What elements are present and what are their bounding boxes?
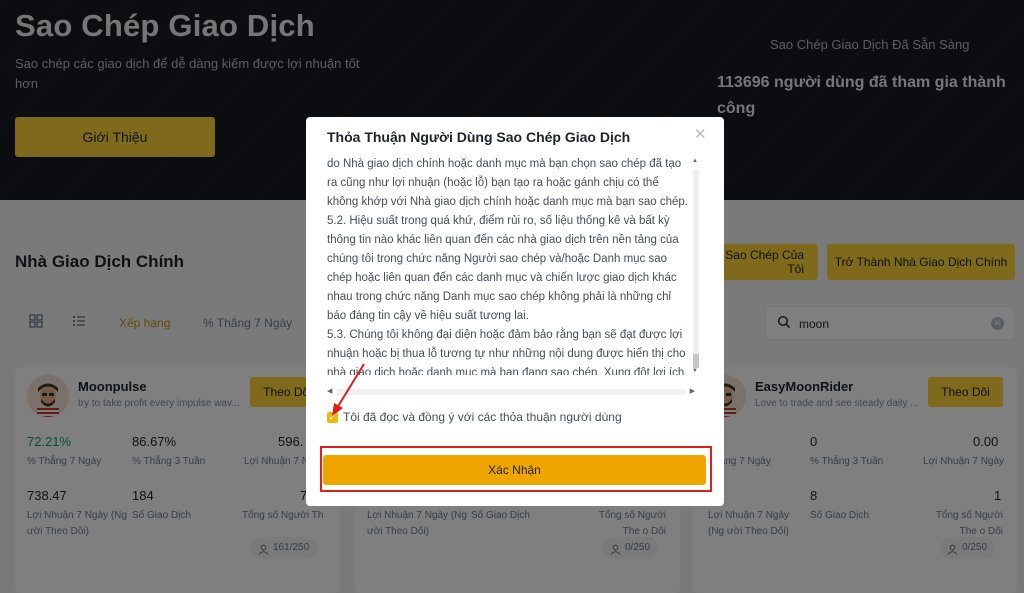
scroll-track[interactable] [693,170,699,362]
terms-paragraph: 5.2. Hiệu suất trong quá khứ, điểm rủi r… [327,215,679,322]
scroll-up-icon[interactable]: ▲ [692,158,698,164]
vertical-scrollbar[interactable]: ▲ ▼ [691,158,701,374]
terms-paragraph: do Nhà giao dịch chính hoặc danh mục mà … [327,158,688,208]
agree-label[interactable]: Tôi đã đọc và đồng ý với các thỏa thuận … [343,410,622,424]
modal-title: Thỏa Thuận Người Dùng Sao Chép Giao Dịch [327,129,631,145]
scroll-track[interactable] [337,389,685,395]
scroll-down-icon[interactable]: ▼ [692,368,698,374]
terms-content[interactable]: do Nhà giao dịch chính hoặc danh mục mà … [327,155,691,375]
scroll-thumb[interactable] [693,354,699,368]
scroll-right-icon[interactable]: ▶ [690,387,695,395]
terms-paragraph: 5.3. Chúng tôi không đại diện hoặc đảm b… [327,329,686,375]
close-icon[interactable]: ✕ [694,127,708,142]
highlight-box [320,446,712,492]
horizontal-scrollbar[interactable]: ◀ ▶ [327,387,695,397]
annotation-arrow-icon [332,363,365,416]
